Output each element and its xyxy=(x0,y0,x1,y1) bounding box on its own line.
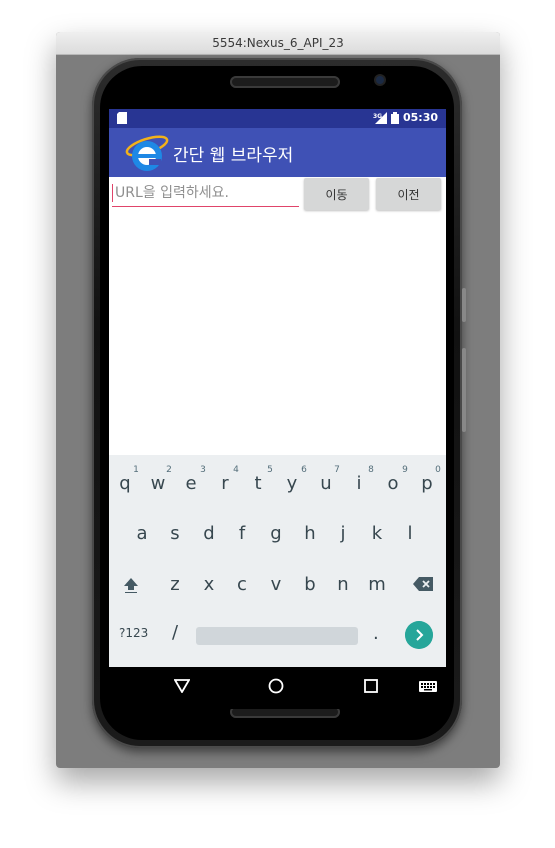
key-u[interactable]: u xyxy=(311,473,341,494)
key-q[interactable]: q xyxy=(110,473,140,494)
key-y[interactable]: y xyxy=(277,473,307,494)
key-o[interactable]: o xyxy=(378,473,408,494)
status-bar: 3G 05:30 xyxy=(109,109,446,128)
signal-icon: 3G xyxy=(373,111,387,124)
home-icon[interactable] xyxy=(268,678,284,694)
navigation-bar xyxy=(109,667,446,709)
key-c[interactable]: c xyxy=(227,574,257,595)
sd-card-icon xyxy=(117,112,127,124)
key-m[interactable]: m xyxy=(362,574,392,595)
back-icon[interactable] xyxy=(174,679,190,693)
back-button[interactable]: 이전 xyxy=(376,178,441,210)
key-e[interactable]: e xyxy=(176,473,206,494)
volume-button[interactable] xyxy=(462,348,466,432)
key-hint: 2 xyxy=(166,465,172,475)
key-p[interactable]: p xyxy=(412,473,442,494)
status-time: 05:30 xyxy=(402,111,438,124)
shift-icon[interactable] xyxy=(123,577,139,593)
key-hint: 5 xyxy=(267,465,273,475)
key-hint: 3 xyxy=(200,465,206,475)
key-hint: 7 xyxy=(334,465,340,475)
recents-icon[interactable] xyxy=(364,679,378,693)
key-s[interactable]: s xyxy=(160,523,190,544)
key-a[interactable]: a xyxy=(127,523,157,544)
symbols-key[interactable]: ?123 xyxy=(119,626,148,640)
enter-arrow-icon[interactable] xyxy=(405,621,433,649)
power-button[interactable] xyxy=(462,288,466,322)
app-title: 간단 웹 브라우저 xyxy=(173,146,294,166)
front-camera xyxy=(376,76,384,84)
go-button[interactable]: 이동 xyxy=(304,178,369,210)
key-hint: 6 xyxy=(301,465,307,475)
key-r[interactable]: r xyxy=(210,473,240,494)
key-h[interactable]: h xyxy=(295,523,325,544)
key-t[interactable]: t xyxy=(243,473,273,494)
key-period[interactable]: . xyxy=(373,623,379,644)
internet-explorer-logo-icon xyxy=(125,135,169,171)
top-speaker xyxy=(230,76,340,88)
delete-icon[interactable] xyxy=(413,577,433,591)
key-z[interactable]: z xyxy=(160,574,190,595)
key-hint: 9 xyxy=(402,465,408,475)
key-w[interactable]: w xyxy=(143,473,173,494)
key-hint: 8 xyxy=(368,465,374,475)
key-g[interactable]: g xyxy=(261,523,291,544)
key-d[interactable]: d xyxy=(194,523,224,544)
url-input[interactable] xyxy=(112,180,299,207)
key-hint: 4 xyxy=(233,465,239,475)
key-x[interactable]: x xyxy=(194,574,224,595)
key-l[interactable]: l xyxy=(395,523,425,544)
key-f[interactable]: f xyxy=(227,523,257,544)
key-slash[interactable]: / xyxy=(172,622,178,643)
key-n[interactable]: n xyxy=(328,574,358,595)
soft-keyboard: q w e r t y u i o p 1 2 3 4 5 6 7 8 9 0 … xyxy=(109,455,446,667)
keyboard-switch-icon[interactable] xyxy=(419,681,437,692)
key-hint: 0 xyxy=(435,465,441,475)
text-cursor xyxy=(112,184,113,202)
key-i[interactable]: i xyxy=(344,473,374,494)
app-bar: 간단 웹 브라우저 xyxy=(109,128,446,177)
space-bar[interactable] xyxy=(196,627,358,645)
key-hint: 1 xyxy=(133,465,139,475)
key-b[interactable]: b xyxy=(295,574,325,595)
key-k[interactable]: k xyxy=(362,523,392,544)
key-j[interactable]: j xyxy=(328,523,358,544)
emulator-title: 5554:Nexus_6_API_23 xyxy=(56,32,500,55)
key-v[interactable]: v xyxy=(261,574,291,595)
device-screen: 3G 05:30 간단 웹 브라우저 이동 이전 q w e r t y xyxy=(109,109,446,709)
battery-icon xyxy=(390,111,399,124)
